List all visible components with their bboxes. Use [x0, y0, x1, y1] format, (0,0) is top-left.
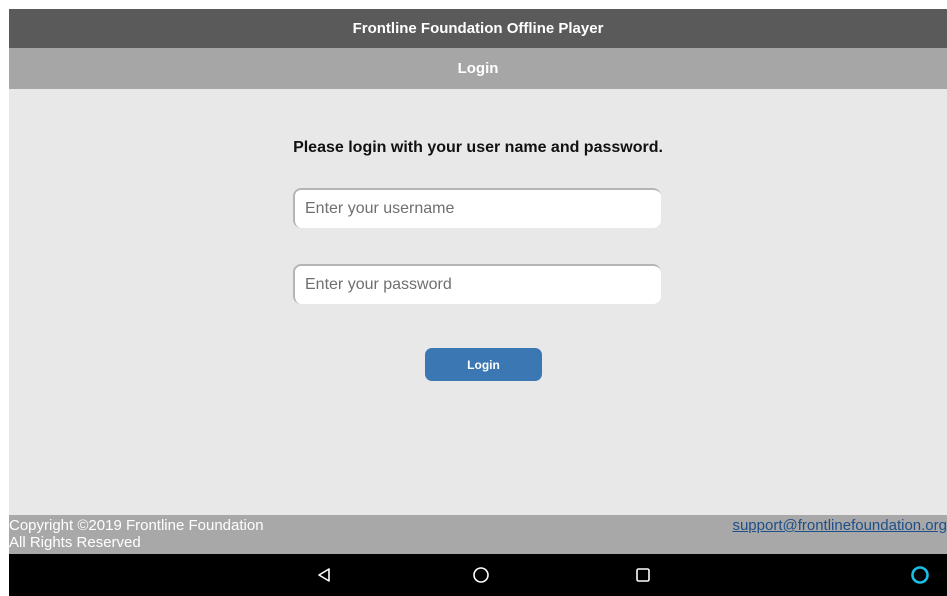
footer: Copyright ©2019 Frontline Foundation All…	[9, 515, 947, 554]
page-title: Login	[457, 60, 499, 77]
title-bar: Frontline Foundation Offline Player	[9, 9, 947, 48]
home-button[interactable]	[461, 554, 501, 596]
app-title: Frontline Foundation Offline Player	[352, 20, 604, 37]
back-icon	[318, 568, 330, 582]
rights-line: All Rights Reserved	[9, 534, 141, 551]
sub-header: Login	[9, 48, 947, 89]
home-icon	[473, 567, 489, 583]
copyright: Copyright ©2019 Frontline Foundation All…	[9, 517, 264, 551]
login-button[interactable]: Login	[425, 348, 542, 381]
copyright-line: Copyright ©2019 Frontline Foundation	[9, 517, 264, 534]
recent-apps-icon	[636, 568, 650, 582]
recent-apps-button[interactable]	[623, 554, 663, 596]
android-nav-bar	[9, 554, 947, 596]
password-input[interactable]	[293, 264, 661, 304]
login-prompt: Please login with your user name and pas…	[293, 139, 663, 156]
app-window: Frontline Foundation Offline Player Logi…	[9, 9, 947, 596]
assistant-button[interactable]	[900, 554, 940, 596]
back-button[interactable]	[304, 554, 344, 596]
assistant-icon	[911, 566, 929, 584]
username-input[interactable]	[293, 188, 661, 228]
support-email-link[interactable]: support@frontlinefoundation.org	[732, 517, 947, 534]
